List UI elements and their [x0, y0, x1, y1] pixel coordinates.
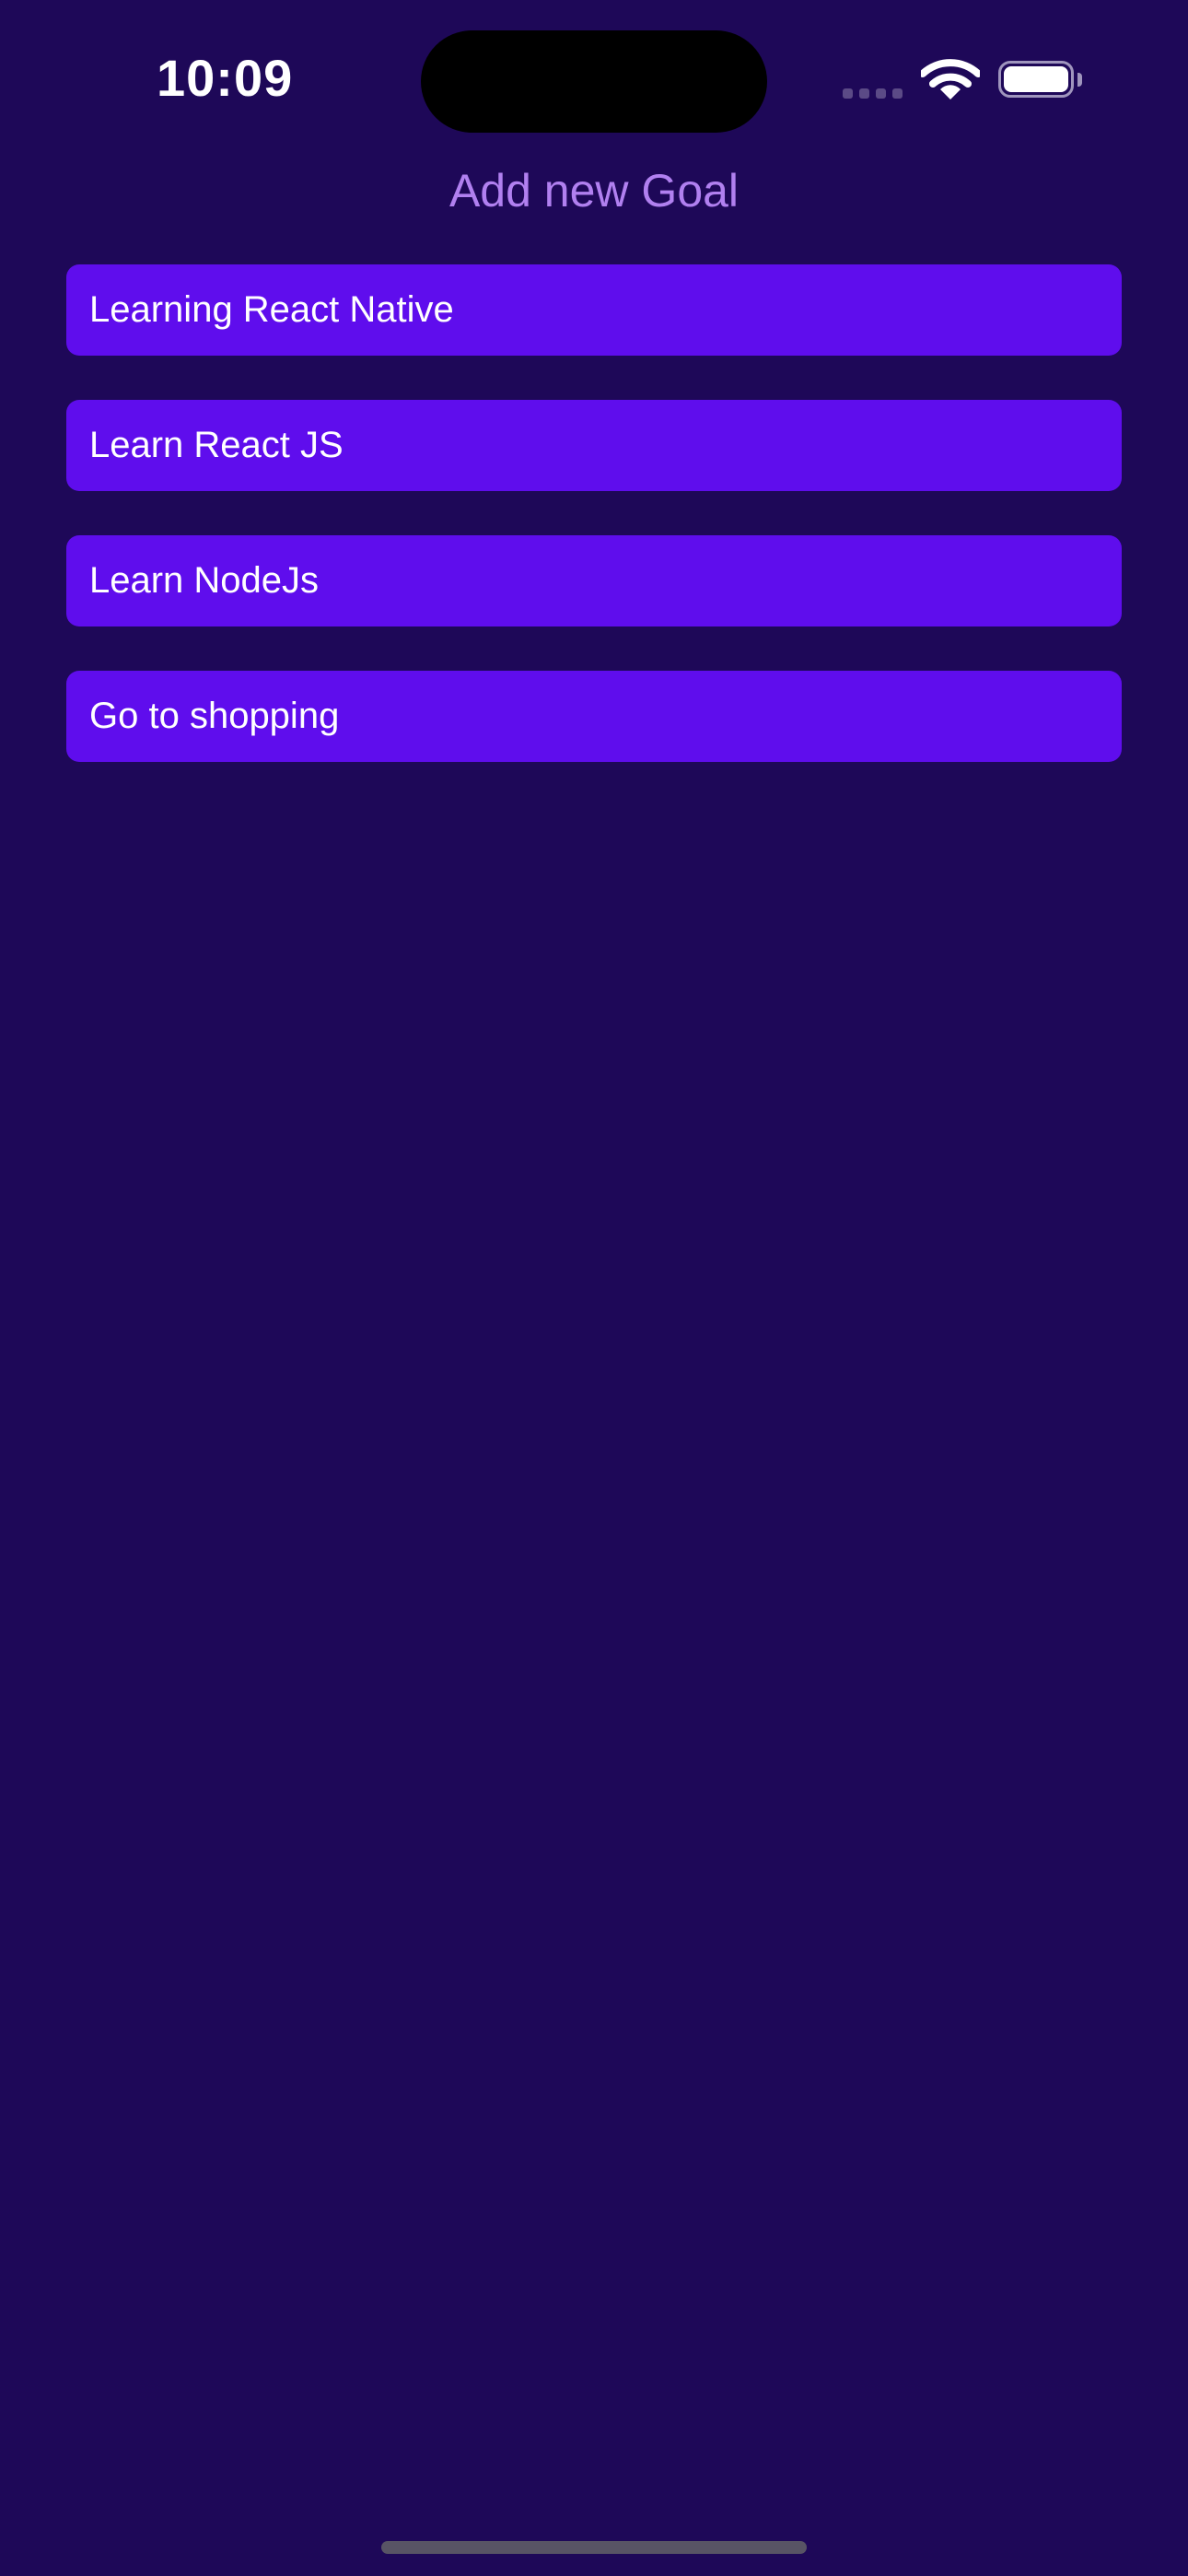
- dynamic-island: [421, 30, 767, 133]
- goal-item[interactable]: Learn NodeJs: [66, 535, 1122, 626]
- goal-item-text: Learn React JS: [89, 425, 344, 465]
- goal-item[interactable]: Learn React JS: [66, 400, 1122, 491]
- goal-item[interactable]: Learning React Native: [66, 264, 1122, 356]
- battery-icon: [998, 61, 1082, 100]
- goal-list: Learning React Native Learn React JS Lea…: [66, 264, 1122, 806]
- home-indicator[interactable]: [381, 2541, 807, 2554]
- wifi-icon: [919, 59, 982, 101]
- goal-item-text: Learning React Native: [89, 289, 454, 330]
- goal-item-text: Go to shopping: [89, 696, 340, 736]
- cellular-signal-icon: [843, 88, 903, 100]
- goal-item[interactable]: Go to shopping: [66, 671, 1122, 762]
- goal-item-text: Learn NodeJs: [89, 560, 320, 601]
- status-bar: 10:09: [0, 0, 1188, 147]
- add-goal-button[interactable]: Add new Goal: [0, 155, 1188, 227]
- status-time: 10:09: [157, 49, 294, 107]
